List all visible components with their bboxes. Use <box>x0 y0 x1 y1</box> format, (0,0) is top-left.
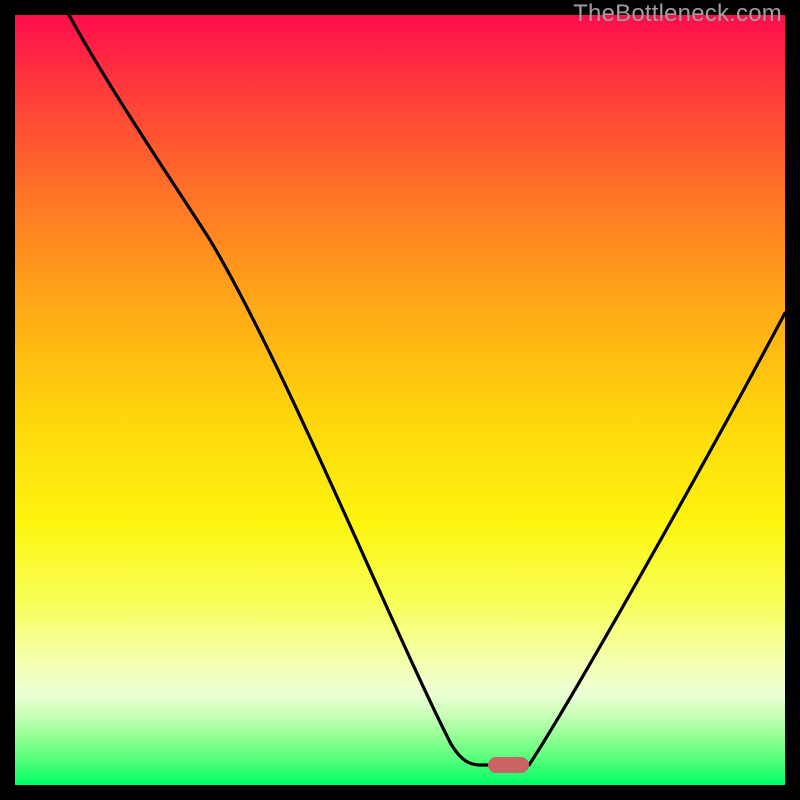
curve-path <box>69 15 785 765</box>
attribution-text: TheBottleneck.com <box>573 0 782 28</box>
minimum-marker <box>488 757 529 773</box>
bottleneck-curve <box>15 15 785 785</box>
